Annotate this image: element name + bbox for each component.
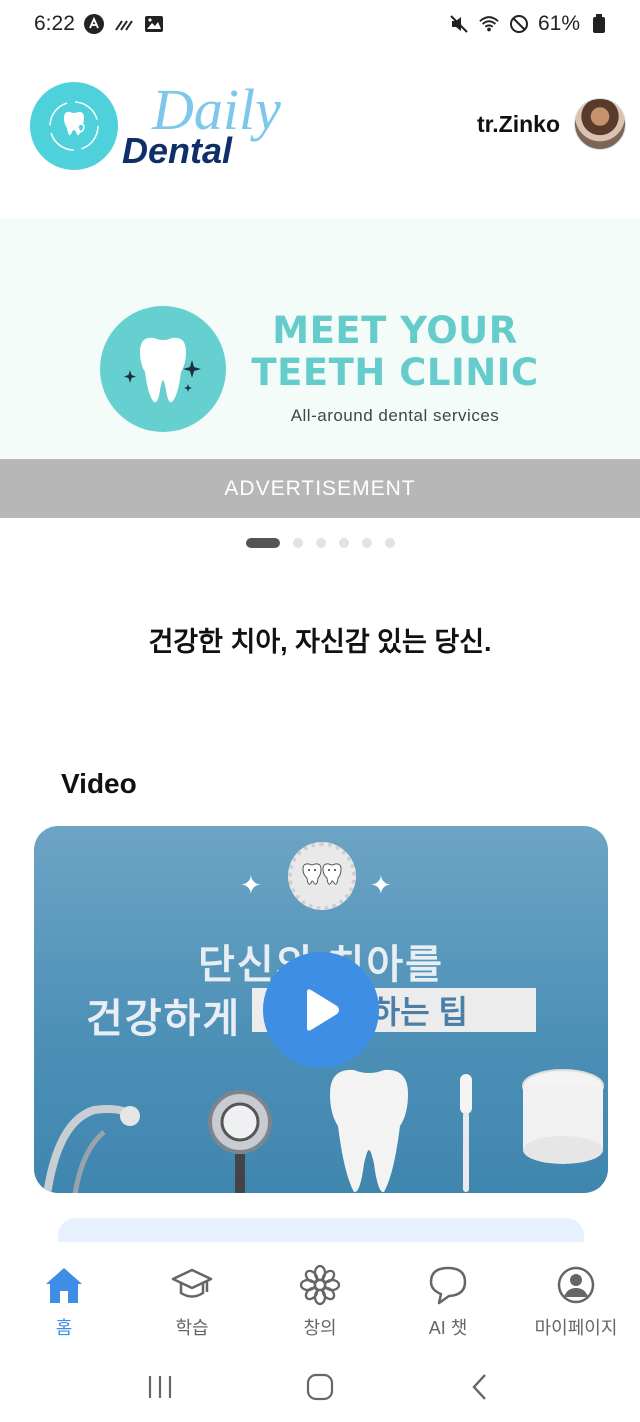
pager-dot-active[interactable] (245, 538, 280, 548)
user-profile[interactable]: tr.Zinko (477, 98, 626, 150)
banner-tooth-icon (100, 306, 226, 432)
home-square-icon (306, 1373, 334, 1401)
wifi-icon (478, 13, 500, 35)
back-button[interactable] (460, 1367, 500, 1407)
flower-icon (299, 1264, 341, 1306)
video-thumbnail[interactable]: ✦ ✦ 단신의 치아를 건강하게 하는 팁 (34, 826, 608, 1193)
banner-subtitle: All-around dental services (290, 406, 500, 425)
slogan: 건강한 치아, 자신감 있는 당신. (148, 627, 492, 657)
video-section-title: Video (61, 768, 137, 799)
stethoscope-icon (43, 1090, 272, 1193)
app-logo[interactable]: Daily Dental (30, 81, 292, 171)
nav-learning[interactable]: 학습 (128, 1242, 256, 1352)
thumbnail-line-2: 건강하게 (86, 997, 242, 1041)
pager-dot[interactable] (338, 538, 349, 548)
nav-home[interactable]: 홈 (0, 1242, 128, 1352)
nav-ai-chat[interactable]: AI 챗 (384, 1242, 512, 1352)
pager-dot[interactable] (361, 538, 372, 548)
no-signal-icon (508, 13, 530, 35)
nav-mypage-label: 마이페이지 (534, 1318, 618, 1338)
banner-pager (0, 538, 640, 548)
system-navigation-bar (0, 1352, 640, 1422)
advertisement-label: ADVERTISEMENT (0, 459, 640, 518)
app-notification-icon (83, 13, 105, 35)
floss-icon (522, 1069, 604, 1164)
sparkle-icon: ✦ (370, 870, 392, 900)
pager-dot[interactable] (315, 538, 326, 548)
nav-creative[interactable]: 창의 (256, 1242, 384, 1352)
battery-percent: 61% (537, 12, 580, 35)
user-circle-icon (555, 1264, 597, 1306)
nav-ai-chat-label: AI 챗 (428, 1318, 468, 1338)
graduation-cap-icon (171, 1264, 213, 1306)
pager-dot[interactable] (384, 538, 395, 548)
chat-bubble-icon (427, 1264, 469, 1306)
home-system-button[interactable] (300, 1367, 340, 1407)
play-button[interactable] (263, 952, 379, 1068)
logo-dental-text: Dental (122, 130, 233, 171)
home-icon (43, 1264, 85, 1306)
play-icon (307, 989, 339, 1031)
nav-home-label: 홈 (55, 1318, 73, 1338)
nav-creative-label: 창의 (303, 1318, 337, 1338)
nav-learning-label: 학습 (175, 1318, 209, 1338)
nav-mypage[interactable]: 마이페이지 (512, 1242, 640, 1352)
recent-apps-button[interactable] (140, 1367, 180, 1407)
status-bar: 6:22 61% (0, 0, 640, 48)
status-time: 6:22 (34, 12, 75, 35)
username: tr.Zinko (476, 110, 560, 137)
battery-icon (588, 13, 610, 35)
avatar[interactable] (574, 98, 626, 150)
toothbrush-icon (460, 1074, 472, 1192)
gallery-icon (143, 13, 165, 35)
banner-title: MEET YOUR TEETH CLINIC (251, 309, 539, 394)
signal-off-icon (113, 13, 135, 35)
bottom-navigation: 홈 학습 창의 AI 챗 마이페이지 (0, 1242, 640, 1352)
tooth-model-icon (330, 1069, 408, 1193)
recent-apps-icon (148, 1376, 172, 1398)
pager-dot[interactable] (292, 538, 303, 548)
mute-icon (448, 13, 470, 35)
back-chevron-icon (472, 1374, 486, 1400)
ad-banner[interactable]: MEET YOUR TEETH CLINIC All-around dental… (0, 218, 640, 518)
app-header: Daily Dental tr.Zinko (0, 78, 640, 178)
sparkle-icon: ✦ (240, 870, 262, 900)
teeth-badge-icon (288, 842, 356, 910)
logo-tooth-icon (30, 82, 118, 170)
